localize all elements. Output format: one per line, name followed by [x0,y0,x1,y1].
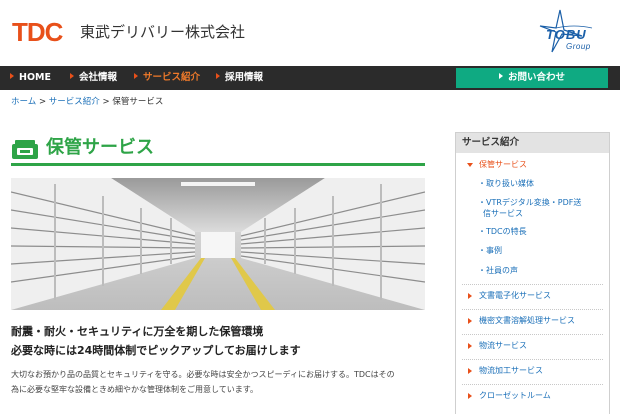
page-title-bar: 保管サービス [11,134,425,166]
sidebar-item-storage-service[interactable]: 保管サービス [456,159,609,171]
arrow-down-icon [467,163,473,167]
sidebar-item-logistics[interactable]: 物流サービス [456,340,609,352]
tobu-group-text: Group [566,42,591,51]
contact-button[interactable]: お問い合わせ [456,68,608,88]
sidebar-subitem-vtr-digital-cont[interactable]: 信サービス [456,208,609,220]
sidebar-item-logistics-processing[interactable]: 物流加工サービス [456,365,609,377]
page-title: 保管サービス [46,137,154,158]
sidebar-divider [462,284,603,285]
arrow-right-icon [468,368,472,374]
sidebar-divider [462,384,603,385]
nav-item-home[interactable]: HOME [10,66,51,90]
company-name[interactable]: 東武デリバリー株式会社 [80,22,245,42]
arrow-right-icon [468,293,472,299]
sidebar-subitem-cases[interactable]: ・事例 [456,245,609,257]
sidebar-heading: サービス紹介 [456,133,609,153]
sidebar-divider [462,359,603,360]
sidebar-item-document-dissolution[interactable]: 機密文書溶解処理サービス [456,315,609,327]
sidebar-subitem-media[interactable]: ・取り扱い媒体 [456,178,609,190]
arrow-right-icon [216,73,220,79]
description-line-2: 為に必要な堅牢な設備ときめ細やかな管理体制をご用意しています。 [11,385,258,394]
nav-item-recruit[interactable]: 採用情報 [216,66,263,90]
arrow-right-icon [468,393,472,399]
arrow-right-icon [70,73,74,79]
warehouse-hero-image [11,178,425,310]
sidebar-subitem-features[interactable]: ・TDCの特長 [456,226,609,238]
storage-box-icon [12,140,38,159]
tdc-logo[interactable]: TDC [12,18,63,46]
arrow-right-icon [468,318,472,324]
nav-item-services[interactable]: サービス紹介 [134,66,200,90]
tobu-logo-text: TOBU [546,27,587,42]
description-line-1: 大切なお預かり品の品質とセキュリティを守る。必要な時は安全かつスピーディにお届け… [11,370,395,379]
breadcrumb: ホーム > サービス紹介 > 保管サービス [11,97,164,107]
sidebar: サービス紹介 保管サービス ・取り扱い媒体 ・VTRデジタル変換・PDF送 信サ… [455,132,610,414]
arrow-right-icon [10,73,14,79]
breadcrumb-home-link[interactable]: ホーム [11,97,36,107]
breadcrumb-services-link[interactable]: サービス紹介 [49,97,100,107]
arrow-right-icon [134,73,138,79]
arrow-right-icon [468,343,472,349]
sidebar-divider [462,334,603,335]
breadcrumb-current: 保管サービス [112,97,164,107]
sidebar-item-digitization[interactable]: 文書電子化サービス [456,290,609,302]
arrow-right-icon [498,73,503,79]
lead-text-1: 耐震・耐火・セキュリティに万全を期した保管環境 [11,325,264,338]
sidebar-subitem-voices[interactable]: ・社員の声 [456,265,609,277]
sidebar-item-closet-room[interactable]: クローゼットルーム [456,390,609,402]
sidebar-divider [462,309,603,310]
site-header: TDC 東武デリバリー株式会社 TOBU Group [0,0,620,66]
nav-item-company[interactable]: 会社情報 [70,66,117,90]
lead-text-2: 必要な時には24時間体制でピックアップしてお届けします [11,344,301,357]
